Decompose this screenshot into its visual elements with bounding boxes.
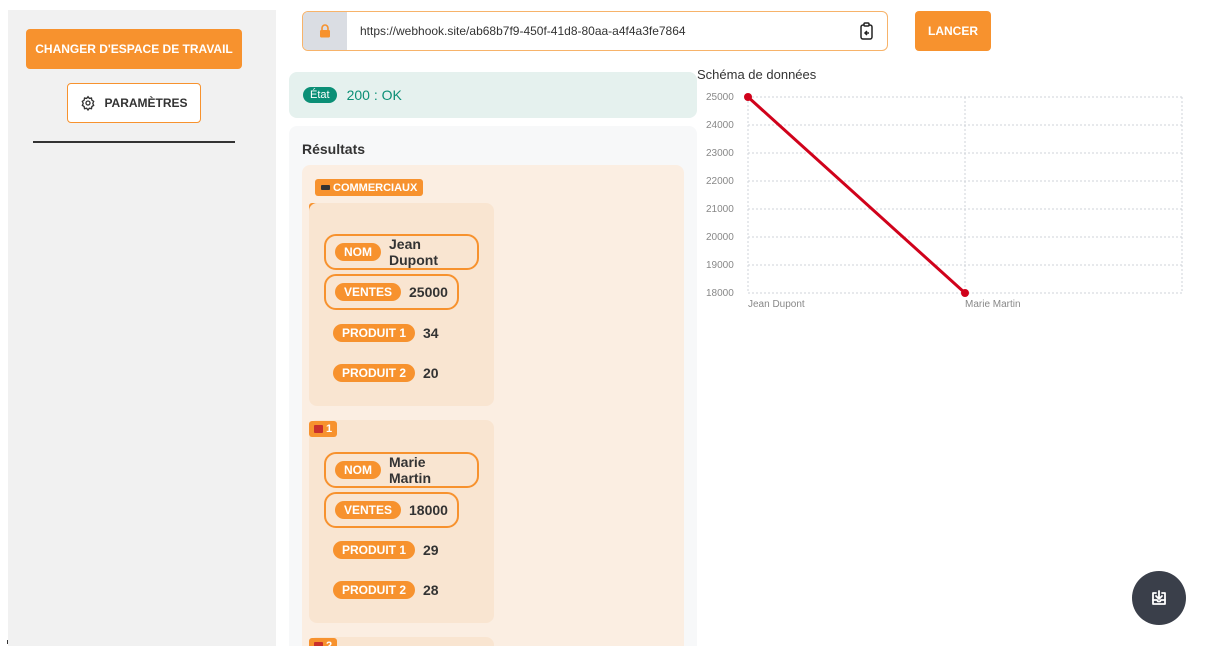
url-bar: https://webhook.site/ab68b7f9-450f-41d8-…: [302, 11, 888, 51]
field-key: VENTES: [335, 501, 402, 519]
divider-mark: [7, 640, 8, 644]
series-line: [746, 95, 967, 295]
url-input[interactable]: https://webhook.site/ab68b7f9-450f-41d8-…: [347, 12, 847, 50]
field-value: 28: [423, 582, 439, 598]
object-icon: [314, 425, 323, 433]
settings-button[interactable]: PARAMÈTRES: [67, 83, 201, 123]
field-key: PRODUIT 2: [333, 581, 416, 599]
x-tick-label: Marie Martin: [965, 299, 1021, 310]
field-key: PRODUIT 1: [333, 324, 416, 342]
field-product-2[interactable]: PRODUIT 2 20: [324, 355, 448, 391]
y-tick-label: 22000: [706, 176, 734, 187]
field-key: VENTES: [335, 283, 402, 301]
status-text: 200 : OK: [346, 87, 402, 103]
x-tick-label: Jean Dupont: [748, 299, 805, 310]
launch-button[interactable]: LANCER: [915, 11, 991, 51]
record-index-label: 1: [326, 423, 333, 435]
download-tray-icon: [1152, 590, 1166, 605]
record-index-tag[interactable]: 2: [309, 638, 338, 646]
field-value: Marie Martin: [389, 454, 431, 486]
y-tick-label: 21000: [706, 204, 734, 215]
paste-clipboard-icon[interactable]: [847, 12, 887, 50]
gear-icon: [81, 95, 95, 111]
line-chart: 25000 24000 23000 22000 21000 20000 19000 18000…: [706, 92, 1183, 310]
root-key-label: COMMERCIAUX: [333, 181, 418, 194]
settings-label: PARAMÈTRES: [104, 96, 188, 110]
y-tick-label: 18000: [706, 288, 734, 299]
results-title: Résultats: [302, 141, 366, 157]
field-key: NOM: [335, 461, 381, 479]
field-value: 29: [423, 542, 439, 558]
y-tick-label: 19000: [706, 260, 734, 271]
status-badge: État: [303, 87, 337, 103]
object-icon: [314, 642, 323, 646]
field-value: 18000: [409, 502, 448, 518]
export-button[interactable]: [1132, 571, 1186, 625]
lock-icon: [320, 24, 330, 38]
y-tick-label: 24000: [706, 120, 734, 131]
field-value: 20: [423, 365, 439, 381]
field-value: 34: [423, 325, 439, 341]
field-key: NOM: [335, 243, 381, 261]
record-index-label: 2: [326, 640, 333, 646]
field-sales[interactable]: VENTES 18000: [324, 492, 459, 528]
field-product-1[interactable]: PRODUIT 1 34: [324, 315, 448, 351]
sidebar-divider: [33, 141, 235, 143]
field-sales[interactable]: VENTES 25000: [324, 274, 459, 310]
field-key: PRODUIT 2: [333, 364, 416, 382]
field-name[interactable]: NOM Marie Martin: [324, 452, 479, 488]
root-key-tag[interactable]: COMMERCIAUX: [315, 179, 424, 196]
field-product-1[interactable]: PRODUIT 1 29: [324, 532, 448, 568]
data-point: [744, 93, 752, 101]
lock-box: [303, 12, 347, 50]
data-point: [961, 289, 969, 297]
y-tick-label: 20000: [706, 232, 734, 243]
chart-title: Schéma de données: [697, 67, 817, 82]
change-workspace-button[interactable]: CHANGER D'ESPACE DE TRAVAIL: [26, 29, 242, 69]
status-card: État 200 : OK: [289, 72, 697, 118]
field-key: PRODUIT 1: [333, 541, 416, 559]
record-index-tag[interactable]: 1: [309, 421, 338, 437]
array-icon: [321, 185, 330, 190]
field-value: Jean Dupont: [389, 236, 438, 268]
field-product-2[interactable]: PRODUIT 2 28: [324, 572, 448, 608]
field-value: 25000: [409, 284, 448, 300]
y-tick-label: 23000: [706, 148, 734, 159]
y-tick-label: 25000: [706, 92, 734, 103]
field-name[interactable]: NOM Jean Dupont: [324, 234, 479, 270]
